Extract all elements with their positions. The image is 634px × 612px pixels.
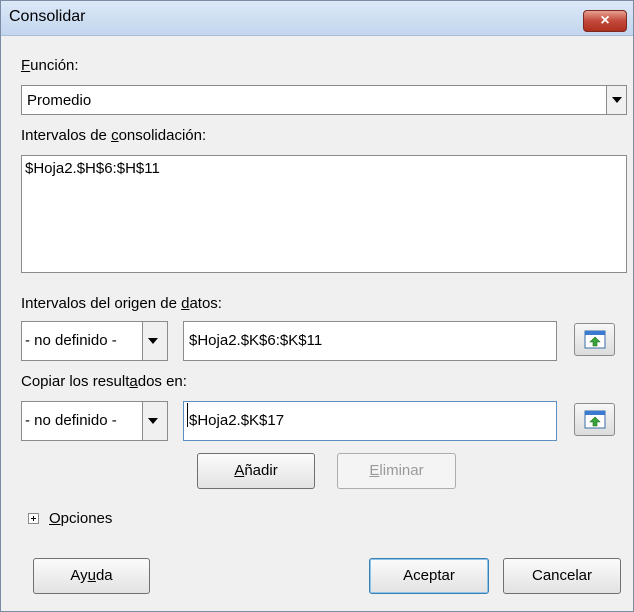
- source-shrink-button[interactable]: [574, 323, 615, 356]
- chevron-down-icon[interactable]: [142, 322, 167, 360]
- consolidation-ranges-label-post: onsolidación:: [118, 127, 207, 144]
- source-range-input[interactable]: $Hoja2.$K$6:$K$11: [183, 321, 557, 361]
- close-button[interactable]: ×: [583, 10, 627, 32]
- copy-named-range-select[interactable]: - no definido -: [21, 401, 168, 441]
- copy-results-label-pre: Copiar los result: [21, 373, 130, 390]
- ok-button[interactable]: Aceptar: [369, 558, 489, 594]
- text-caret: [187, 403, 188, 427]
- add-button-rest: ñadir: [244, 462, 278, 479]
- function-label-access: F: [21, 57, 31, 74]
- function-label: Función:: [21, 57, 79, 74]
- copy-results-value: $Hoja2.$K$17: [189, 412, 285, 429]
- function-select[interactable]: Promedio: [21, 85, 627, 115]
- options-label-rest: pciones: [60, 510, 113, 527]
- function-select-value: Promedio: [27, 92, 92, 109]
- copy-results-label-post: dos en:: [137, 373, 187, 390]
- source-named-range-value: - no definido -: [25, 332, 117, 349]
- chevron-down-icon[interactable]: [606, 86, 626, 114]
- copy-results-input[interactable]: $Hoja2.$K$17: [183, 401, 557, 441]
- close-icon: ×: [600, 12, 610, 29]
- help-button[interactable]: Ayuda: [33, 558, 150, 594]
- title-bar[interactable]: Consolidar ×: [1, 1, 633, 36]
- delete-button-access: E: [369, 462, 380, 479]
- add-button-access: A: [234, 462, 245, 479]
- expand-plus-icon[interactable]: [28, 513, 39, 524]
- copy-results-label-access: a: [129, 373, 138, 390]
- source-range-label-post: atos:: [189, 295, 222, 312]
- chevron-down-icon[interactable]: [142, 402, 167, 440]
- copy-results-label: Copiar los resultados en:: [21, 373, 187, 390]
- copy-named-range-value: - no definido -: [25, 412, 117, 429]
- shrink-icon: [584, 410, 606, 429]
- help-button-post: da: [95, 567, 113, 584]
- consolidation-ranges-label-access: c: [111, 127, 119, 144]
- consolidate-dialog: Consolidar × Función: Promedio Intervalo…: [0, 0, 634, 612]
- delete-button[interactable]: Eliminar: [337, 453, 456, 489]
- options-expander-label[interactable]: Opciones: [49, 510, 112, 527]
- source-range-value: $Hoja2.$K$6:$K$11: [189, 332, 323, 349]
- cancel-button[interactable]: Cancelar: [503, 558, 621, 594]
- list-item[interactable]: $Hoja2.$H$6:$H$11: [25, 160, 160, 177]
- source-range-label-pre: Intervalos del origen de: [21, 295, 182, 312]
- add-button[interactable]: Añadir: [197, 453, 315, 489]
- consolidation-ranges-label-pre: Intervalos de: [21, 127, 112, 144]
- copy-shrink-button[interactable]: [574, 403, 615, 436]
- source-range-label: Intervalos del origen de datos:: [21, 295, 222, 312]
- shrink-icon: [584, 330, 606, 349]
- consolidation-ranges-list[interactable]: $Hoja2.$H$6:$H$11: [21, 155, 627, 273]
- source-named-range-select[interactable]: - no definido -: [21, 321, 168, 361]
- help-button-access: u: [87, 567, 96, 584]
- help-button-pre: Ay: [70, 567, 88, 584]
- function-label-rest: unción:: [30, 57, 79, 74]
- dialog-title: Consolidar: [9, 8, 86, 25]
- delete-button-rest: liminar: [379, 462, 424, 479]
- options-label-access: O: [49, 510, 61, 527]
- consolidation-ranges-label: Intervalos de consolidación:: [21, 127, 206, 144]
